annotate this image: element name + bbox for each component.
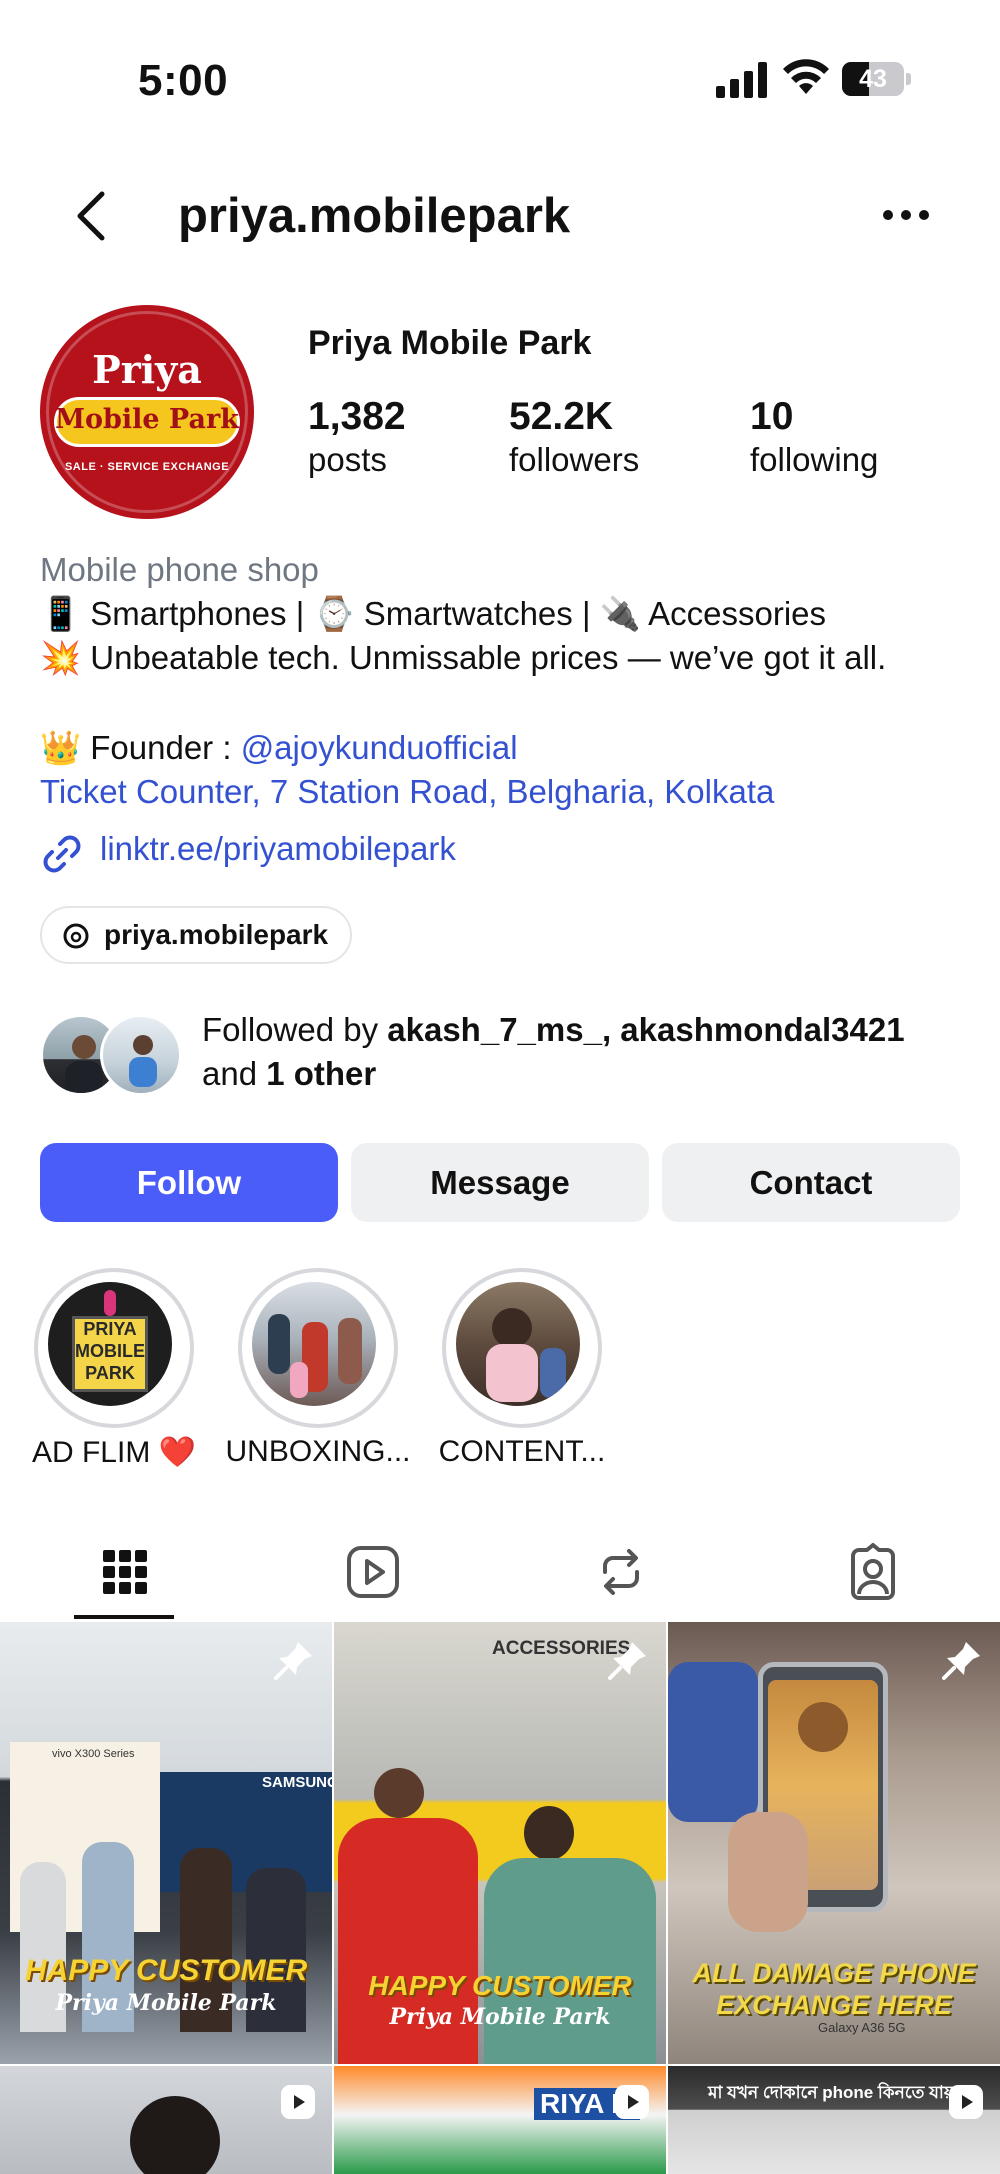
- posts-grid: SAMSUNG vivo X300 Series HAPPY CUSTOMER …: [0, 1622, 1000, 2174]
- tagged-icon: [851, 1543, 895, 1600]
- following-label: following: [750, 441, 879, 478]
- bio-line-tagline: 💥 Unbeatable tech. Unmissable prices — w…: [40, 639, 887, 676]
- post-caption-sub: EXCHANGE HERE: [716, 1990, 952, 2020]
- posts-label: posts: [308, 441, 387, 478]
- post-caption-sub: Priya Mobile Park: [389, 2004, 611, 2030]
- post-thumbnail[interactable]: [0, 2066, 332, 2174]
- followers-stat[interactable]: 52.2K followers: [509, 394, 639, 480]
- bio-founder: 👑 Founder : @ajoykunduofficial: [40, 726, 980, 770]
- highlight-label: UNBOXING...: [225, 1435, 411, 1468]
- post-caption: মা যখন দোকানে phone কিনতে যায়: [708, 2083, 954, 2102]
- following-count: 10: [750, 395, 794, 438]
- profile-username: priya.mobilepark: [178, 189, 571, 243]
- tab-reels[interactable]: [248, 1520, 498, 1620]
- tab-posts-grid[interactable]: [0, 1520, 250, 1620]
- posts-stat[interactable]: 1,382 posts: [308, 394, 406, 480]
- avatar-logo-subtitle: Mobile Park: [55, 404, 239, 435]
- message-button[interactable]: Message: [351, 1143, 649, 1222]
- post-thumbnail[interactable]: মা যখন দোকানে phone কিনতে যায়: [668, 2066, 1000, 2174]
- highlight-cover-text: PRIYA MOBILE PARK: [75, 1319, 145, 1383]
- profile-tabs: [0, 1520, 1000, 1620]
- post-caption-sub: Priya Mobile Park: [55, 1990, 277, 2016]
- external-link-text: linktr.ee/priyamobilepark: [100, 830, 456, 867]
- highlight-label: AD FLIM ❤️: [31, 1436, 197, 1469]
- founder-handle-link[interactable]: @ajoykunduofficial: [241, 729, 518, 766]
- status-bar: 5:00 43: [0, 0, 1000, 130]
- threads-badge[interactable]: priya.mobilepark: [40, 906, 353, 964]
- profile-avatar[interactable]: Priya Mobile Park SALE · SERVICE EXCHANG…: [40, 305, 254, 519]
- post-thumbnail[interactable]: RIYA M: [334, 2066, 666, 2174]
- address-link[interactable]: Ticket Counter, 7 Station Road, Belghari…: [40, 770, 980, 814]
- mutual-names: akash_7_ms_, akashmondal3421: [387, 1011, 905, 1048]
- followed-by-text[interactable]: Followed by akash_7_ms_, akashmondal3421…: [202, 1008, 982, 1096]
- highlight-label: CONTENT...: [438, 1435, 606, 1468]
- mutual-follower-avatar[interactable]: [100, 1014, 182, 1096]
- back-arrow-icon[interactable]: [70, 186, 114, 246]
- pin-icon: [608, 1642, 646, 1680]
- tab-reposts[interactable]: [496, 1520, 746, 1620]
- post-caption: HAPPY CUSTOMER: [368, 1970, 632, 2001]
- follow-button[interactable]: Follow: [40, 1143, 338, 1222]
- active-tab-indicator: [74, 1615, 174, 1619]
- post-thumbnail[interactable]: SAMSUNG vivo X300 Series HAPPY CUSTOMER …: [0, 1622, 332, 2064]
- reels-icon: [347, 1546, 399, 1598]
- reel-icon: [949, 2085, 983, 2119]
- repost-icon: [603, 1549, 639, 1595]
- pin-icon: [942, 1642, 980, 1680]
- mutual-other-count: 1 other: [266, 1055, 377, 1092]
- founder-prefix: 👑 Founder :: [40, 729, 241, 766]
- wifi-icon: [783, 59, 829, 94]
- cellular-signal-icon: [716, 62, 767, 98]
- followers-label: followers: [509, 441, 640, 478]
- post-caption: HAPPY CUSTOMER: [24, 1954, 308, 1987]
- link-icon: [43, 835, 81, 873]
- tab-tagged[interactable]: [748, 1520, 998, 1620]
- post-thumbnail[interactable]: ACCESSORIES HAPPY CUSTOMER Priya Mobile …: [334, 1622, 666, 2064]
- posts-count: 1,382: [308, 395, 406, 438]
- threads-icon: [63, 923, 89, 949]
- reel-icon: [615, 2085, 649, 2119]
- threads-handle: priya.mobilepark: [104, 919, 329, 950]
- avatar-logo-tagline: SALE · SERVICE EXCHANGE: [64, 461, 230, 473]
- post-thumbnail[interactable]: Galaxy A36 5G ALL DAMAGE PHONE EXCHANGE …: [668, 1622, 1000, 2064]
- status-time: 5:00: [138, 56, 229, 105]
- profile-category: Mobile phone shop: [40, 551, 319, 588]
- post-caption: ALL DAMAGE PHONE: [692, 1958, 976, 1988]
- following-stat[interactable]: 10 following: [750, 394, 878, 480]
- profile-header-bar: priya.mobilepark: [0, 170, 1000, 260]
- followers-count: 52.2K: [509, 395, 614, 438]
- bio-line-products: 📱 Smartphones | ⌚ Smartwatches | 🔌 Acces…: [40, 595, 827, 632]
- grid-icon: [103, 1550, 147, 1594]
- battery-icon: 43: [842, 62, 912, 96]
- reel-icon: [281, 2085, 315, 2119]
- contact-button[interactable]: Contact: [662, 1143, 960, 1222]
- avatar-logo-text: Priya: [92, 347, 202, 392]
- battery-percent: 43: [859, 65, 887, 93]
- more-options-icon[interactable]: [880, 200, 932, 230]
- display-name: Priya Mobile Park: [308, 324, 592, 362]
- pin-icon: [274, 1642, 312, 1680]
